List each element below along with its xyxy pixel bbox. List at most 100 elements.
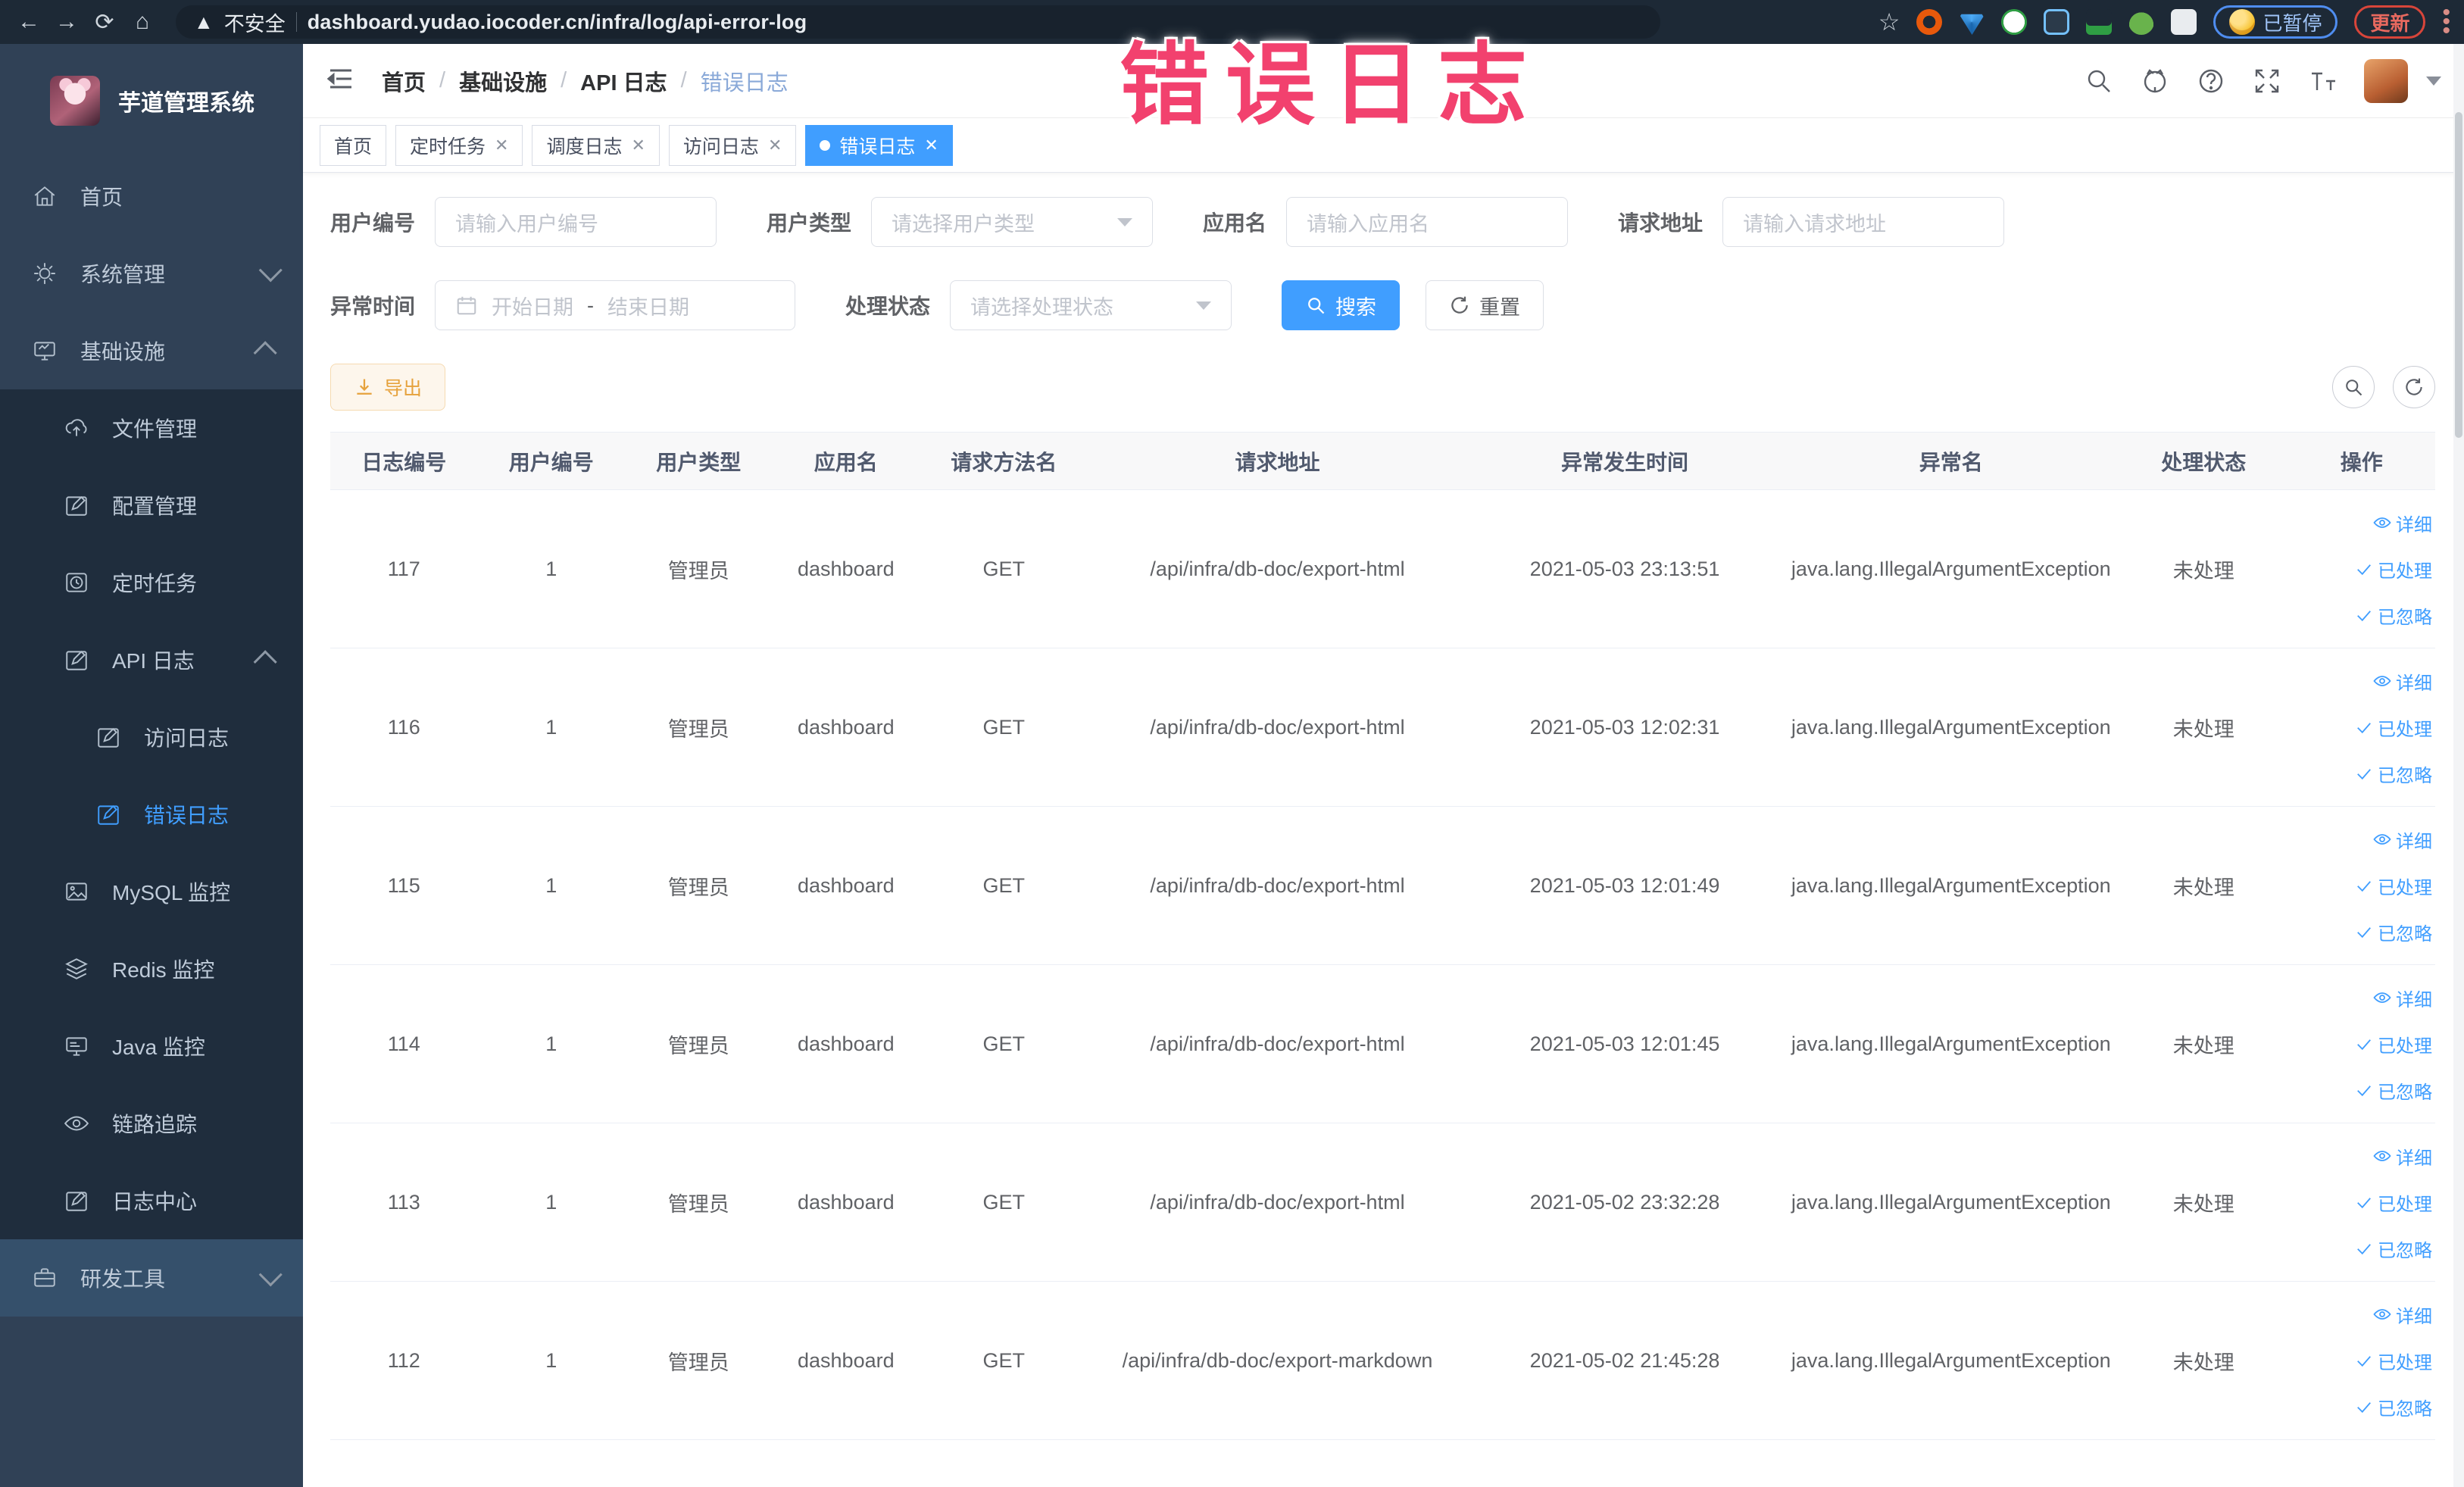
avatar-caret-icon[interactable]	[2426, 76, 2441, 86]
mark-ignored-link[interactable]: 已忽略	[2355, 919, 2432, 945]
process-status-select[interactable]: 请选择处理状态	[950, 280, 1232, 330]
sidebar-item-config-management[interactable]: 配置管理	[0, 467, 303, 544]
edit-icon	[66, 651, 87, 670]
detail-link[interactable]: 详细	[2373, 1143, 2432, 1170]
profile-chip[interactable]: 已暂停	[2213, 5, 2338, 39]
browser-scrollbar[interactable]	[2453, 44, 2464, 1487]
sidebar-toggle-icon[interactable]	[326, 64, 356, 98]
mark-ignored-link[interactable]: 已忽略	[2355, 602, 2432, 629]
font-size-icon[interactable]	[2308, 66, 2338, 96]
detail-link[interactable]: 详细	[2373, 1301, 2432, 1328]
refresh-table-button[interactable]	[2393, 366, 2435, 408]
sidebar-item-home[interactable]: 首页	[0, 158, 303, 235]
user-avatar[interactable]	[2364, 58, 2408, 103]
sidebar-item-error-log[interactable]: 错误日志	[0, 776, 303, 853]
puzzle-extensions-icon[interactable]	[2171, 9, 2197, 35]
user-id-input[interactable]: 请输入用户编号	[435, 197, 717, 247]
reset-button[interactable]: 重置	[1426, 280, 1544, 330]
user-type-select[interactable]: 请选择用户类型	[871, 197, 1154, 247]
extension-on-badge-icon[interactable]	[2086, 9, 2113, 35]
tab-scheduled-jobs[interactable]: 定时任务 ✕	[395, 124, 523, 166]
sidebar-item-scheduled-jobs[interactable]: 定时任务	[0, 544, 303, 621]
export-button[interactable]: 导出	[330, 364, 446, 411]
check-icon	[2357, 1402, 2371, 1414]
sidebar-item-infrastructure[interactable]: 基础设施	[0, 312, 303, 389]
sidebar-item-file-management[interactable]: 文件管理	[0, 389, 303, 467]
col-exception-time: 异常发生时间	[1466, 432, 1783, 490]
check-icon	[2357, 1039, 2371, 1051]
help-icon[interactable]	[2196, 66, 2226, 96]
sidebar-logo[interactable]: 芋道管理系统	[0, 44, 303, 158]
sidebar-item-log-center[interactable]: 日志中心	[0, 1162, 303, 1239]
tab-home[interactable]: 首页	[320, 124, 387, 166]
sidebar-submenu-infrastructure: 文件管理 配置管理 定时任务 API 日志 访问日志 错误日志 MySQL 监控…	[0, 389, 303, 1239]
browser-reload-icon[interactable]: ⟳	[89, 7, 120, 37]
mark-ignored-link[interactable]: 已忽略	[2355, 761, 2432, 787]
search-button[interactable]: 搜索	[1282, 280, 1401, 330]
breadcrumb-current: 错误日志	[700, 70, 789, 95]
close-icon[interactable]: ✕	[631, 136, 645, 155]
mark-ignored-link[interactable]: 已忽略	[2355, 1236, 2432, 1262]
mark-processed-link[interactable]: 已处理	[2355, 1189, 2432, 1216]
sidebar-item-trace[interactable]: 链路追踪	[0, 1085, 303, 1162]
eye-icon	[2373, 1309, 2391, 1320]
browser-home-icon[interactable]: ⌂	[127, 7, 158, 37]
browser-forward-icon[interactable]: →	[52, 7, 82, 37]
fullscreen-icon[interactable]	[2252, 66, 2282, 96]
sidebar-item-system[interactable]: 系统管理	[0, 235, 303, 312]
breadcrumb: 首页 / 基础设施 / API 日志 / 错误日志	[382, 65, 789, 97]
sidebar-item-dev-tools[interactable]: 研发工具	[0, 1239, 303, 1317]
sidebar-item-mysql-monitor[interactable]: MySQL 监控	[0, 853, 303, 930]
table-row: 112 1 管理员 dashboard GET /api/infra/db-do…	[330, 1281, 2435, 1440]
mark-processed-link[interactable]: 已处理	[2355, 1031, 2432, 1057]
browser-update-button[interactable]: 更新	[2354, 5, 2426, 39]
table-row: 115 1 管理员 dashboard GET /api/infra/db-do…	[330, 806, 2435, 965]
sidebar-item-redis-monitor[interactable]: Redis 监控	[0, 930, 303, 1007]
breadcrumb-api-log[interactable]: API 日志	[580, 65, 667, 97]
omnibox-divider	[295, 12, 297, 32]
app-name-label: 应用名	[1203, 211, 1267, 235]
extension-icon[interactable]	[1959, 14, 1985, 35]
table-toolbar: 导出	[330, 364, 2435, 411]
monitor-icon	[34, 342, 55, 361]
active-tab-dot	[820, 139, 831, 151]
breadcrumb-home[interactable]: 首页	[382, 65, 426, 97]
mark-ignored-link[interactable]: 已忽略	[2355, 1394, 2432, 1420]
cell-request-url: /api/infra/db-doc/export-html	[1088, 964, 1467, 1123]
mark-processed-link[interactable]: 已处理	[2355, 556, 2432, 583]
toggle-search-button[interactable]	[2332, 366, 2375, 408]
breadcrumb-infrastructure[interactable]: 基础设施	[459, 65, 547, 97]
sidebar-item-java-monitor[interactable]: Java 监控	[0, 1007, 303, 1085]
sidebar-item-access-log[interactable]: 访问日志	[0, 698, 303, 776]
close-icon[interactable]: ✕	[768, 136, 782, 155]
detail-link[interactable]: 详细	[2373, 985, 2432, 1011]
tab-error-log[interactable]: 错误日志 ✕	[805, 124, 953, 166]
app-name-input[interactable]: 请输入应用名	[1286, 197, 1569, 247]
detail-link[interactable]: 详细	[2373, 510, 2432, 536]
github-icon[interactable]	[2140, 66, 2170, 96]
extension-icon[interactable]	[2128, 9, 2155, 35]
detail-link[interactable]: 详细	[2373, 826, 2432, 853]
close-icon[interactable]: ✕	[924, 136, 938, 155]
breadcrumb-separator: /	[680, 68, 687, 92]
mark-processed-link[interactable]: 已处理	[2355, 714, 2432, 741]
scrollbar-thumb[interactable]	[2455, 112, 2462, 438]
extension-icon[interactable]	[1916, 9, 1943, 35]
extension-icon[interactable]	[2001, 9, 2028, 35]
exception-time-range-picker[interactable]: 开始日期 - 结束日期	[435, 280, 796, 330]
request-url-input[interactable]: 请输入请求地址	[1722, 197, 2005, 247]
detail-link[interactable]: 详细	[2373, 668, 2432, 695]
close-icon[interactable]: ✕	[495, 136, 508, 155]
browser-menu-icon[interactable]: • • •	[2442, 2, 2450, 42]
check-icon	[2357, 927, 2371, 939]
sidebar-item-api-log[interactable]: API 日志	[0, 621, 303, 698]
mark-processed-link[interactable]: 已处理	[2355, 873, 2432, 899]
browser-back-icon[interactable]: ←	[14, 7, 44, 37]
extension-icon[interactable]	[2044, 9, 2070, 35]
tab-schedule-log[interactable]: 调度日志 ✕	[532, 124, 660, 166]
mark-ignored-link[interactable]: 已忽略	[2355, 1077, 2432, 1104]
bookmark-star-icon[interactable]: ☆	[1878, 8, 1900, 36]
tab-access-log[interactable]: 访问日志 ✕	[668, 124, 797, 166]
mark-processed-link[interactable]: 已处理	[2355, 1348, 2432, 1374]
header-search-icon[interactable]	[2084, 66, 2114, 96]
